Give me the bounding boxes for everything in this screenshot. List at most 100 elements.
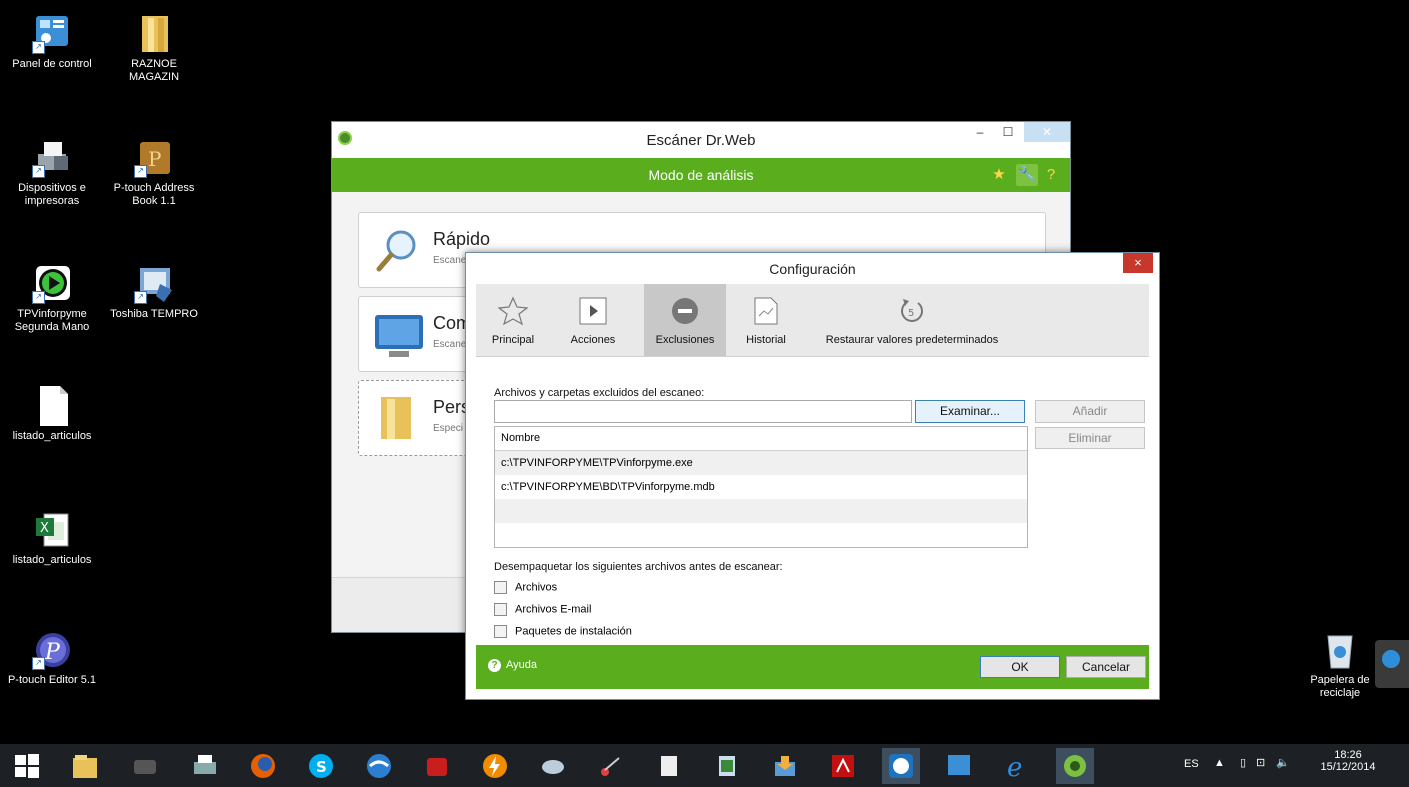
desktop-icon-listado-xls[interactable]: X listado_articulos — [4, 510, 100, 567]
config-footer: ? Ayuda OK Cancelar — [476, 645, 1149, 689]
scanner-titlebar[interactable]: Escáner Dr.Web ‒ ☐ ✕ — [332, 122, 1070, 158]
desktop-icon-listado-txt[interactable]: listado_articulos — [4, 386, 100, 443]
scanner-mode-bar: Modo de análisis ★ 🔧 ? — [332, 158, 1070, 192]
config-close-button[interactable]: × — [1123, 253, 1153, 273]
folder-icon — [134, 14, 174, 54]
table-row[interactable]: c:\TPVINFORPYME\TPVinforpyme.exe — [495, 451, 1027, 475]
checkbox-archivos[interactable]: Archivos — [494, 581, 557, 594]
maximize-button[interactable]: ☐ — [994, 122, 1022, 142]
taskbar-acrobat[interactable] — [824, 748, 862, 784]
taskbar-ie[interactable]: e — [998, 748, 1036, 784]
printer-icon: ↗ — [32, 138, 72, 178]
desktop-icon-tpvinforpyme[interactable]: ↗ TPVinforpyme Segunda Mano — [4, 264, 100, 334]
config-titlebar[interactable]: Configuración × — [466, 253, 1159, 283]
language-indicator[interactable]: ES — [1184, 758, 1199, 770]
show-hidden-icons-button[interactable]: ▲ — [1214, 757, 1225, 769]
table-row[interactable]: c:\TPVINFORPYME\BD\TPVinforpyme.mdb — [495, 475, 1027, 499]
device-icon — [134, 760, 156, 774]
ok-button[interactable]: OK — [980, 656, 1060, 678]
help-icon: ? — [488, 659, 501, 672]
taskbar-app-clouds[interactable] — [534, 748, 572, 784]
desktop-icon-ptouch-address-book[interactable]: P ↗ P-touch Address Book 1.1 — [106, 138, 202, 208]
svg-text:P: P — [44, 640, 61, 665]
taskbar-skype[interactable]: S — [302, 748, 340, 784]
checkbox-box[interactable] — [494, 581, 507, 594]
taskbar-drweb[interactable] — [1056, 748, 1094, 784]
chart-icon — [751, 296, 781, 326]
taskbar-app-notes2[interactable] — [708, 748, 746, 784]
text-file-icon — [32, 386, 72, 426]
volume-icon[interactable]: 🔈 — [1276, 756, 1290, 769]
teamviewer-side-panel[interactable] — [1375, 640, 1409, 688]
monitor-icon — [375, 315, 423, 357]
start-button[interactable] — [8, 748, 46, 784]
exclusion-path-input[interactable] — [494, 400, 912, 423]
checkbox-box[interactable] — [494, 603, 507, 616]
favorites-star-icon[interactable]: ★ — [988, 164, 1010, 186]
tpv-icon: ↗ — [32, 264, 72, 304]
taskbar-app-scissors[interactable] — [592, 748, 630, 784]
browse-button[interactable]: Examinar... — [915, 400, 1025, 423]
tab-principal[interactable]: Principal — [476, 284, 550, 356]
taskbar-explorer[interactable] — [66, 748, 104, 784]
minimize-button[interactable]: ‒ — [966, 122, 994, 142]
battery-icon[interactable]: ▯ — [1240, 756, 1246, 769]
tab-acciones[interactable]: Acciones — [550, 284, 636, 356]
magnifier-icon — [376, 230, 416, 272]
tab-exclusiones[interactable]: Exclusiones — [644, 284, 726, 356]
taskbar-printer[interactable] — [186, 748, 224, 784]
cancel-button[interactable]: Cancelar — [1066, 656, 1146, 678]
pdf-icon — [832, 755, 854, 777]
taskbar-device[interactable] — [126, 748, 164, 784]
settings-wrench-icon[interactable]: 🔧 — [1016, 164, 1038, 186]
exclusions-panel: Archivos y carpetas excluidos del escane… — [476, 357, 1149, 644]
svg-text:5: 5 — [908, 308, 914, 319]
excluded-items-table[interactable]: Nombre c:\TPVINFORPYME\TPVinforpyme.exe … — [494, 426, 1028, 548]
tab-historial[interactable]: Historial — [734, 284, 798, 356]
taskbar-firefox[interactable] — [244, 748, 282, 784]
configuration-dialog: Configuración × Principal Acciones Exclu… — [465, 252, 1160, 700]
tab-label: Historial — [746, 334, 786, 346]
desktop-icon-control-panel[interactable]: ↗ Panel de control — [4, 14, 100, 71]
address-book-icon: P ↗ — [134, 138, 174, 178]
desktop-icon-recycle-bin[interactable]: Papelera de reciclaje — [1292, 630, 1388, 700]
taskbar-app-wave[interactable] — [360, 748, 398, 784]
teamviewer-icon — [889, 754, 913, 778]
taskbar-control-panel[interactable] — [940, 748, 978, 784]
desktop-icon-devices-printers[interactable]: ↗ Dispositivos e impresoras — [4, 138, 100, 208]
scanner-close-button[interactable]: ✕ — [1024, 122, 1070, 142]
checkbox-box[interactable] — [494, 625, 507, 638]
config-title: Configuración — [769, 261, 856, 277]
tab-restore-defaults[interactable]: 5 Restaurar valores predeterminados — [810, 284, 1014, 356]
skype-icon: S — [309, 754, 333, 778]
remove-button[interactable]: Eliminar — [1035, 427, 1145, 449]
taskbar-app-mail[interactable] — [766, 748, 804, 784]
desktop-icon-toshiba-tempro[interactable]: ↗ Toshiba TEMPRO — [106, 264, 202, 321]
checkbox-paquetes-instalacion[interactable]: Paquetes de instalación — [494, 625, 632, 638]
add-button[interactable]: Añadir — [1035, 400, 1145, 423]
taskbar-app-red[interactable] — [418, 748, 456, 784]
help-icon[interactable]: ? — [1040, 164, 1062, 186]
folder-icon — [381, 397, 411, 439]
checkbox-archivos-email[interactable]: Archivos E-mail — [494, 603, 591, 616]
taskbar-teamviewer[interactable] — [882, 748, 920, 784]
network-icon[interactable]: ⊡ — [1256, 756, 1265, 769]
scan-option-title: Rápido — [433, 229, 491, 249]
download-icon — [775, 756, 795, 776]
book-app-icon — [427, 758, 447, 776]
taskbar-app-notes1[interactable] — [650, 748, 688, 784]
scan-option-subtitle: Escane — [433, 255, 467, 266]
taskbar: S e ES ▲ ▯ ⊡ 🔈 18:26 15/12/2014 — [0, 744, 1409, 787]
column-header-name[interactable]: Nombre — [495, 427, 1027, 451]
desktop-icon-ptouch-editor[interactable]: P ↗ P-touch Editor 5.1 — [4, 630, 100, 687]
control-panel-icon: ↗ — [32, 14, 72, 54]
clock[interactable]: 18:26 15/12/2014 — [1318, 749, 1378, 773]
unpack-label: Desempaquetar los siguientes archivos an… — [494, 561, 783, 573]
scan-option-subtitle: Especi — [433, 423, 464, 434]
desktop-icon-raznoe-magazin[interactable]: RAZNOE MAGAZIN — [106, 14, 202, 84]
play-icon — [578, 296, 608, 326]
help-link[interactable]: ? Ayuda — [488, 659, 537, 672]
help-label: Ayuda — [506, 659, 537, 671]
taskbar-app-flash[interactable] — [476, 748, 514, 784]
clock-date: 15/12/2014 — [1320, 761, 1376, 773]
